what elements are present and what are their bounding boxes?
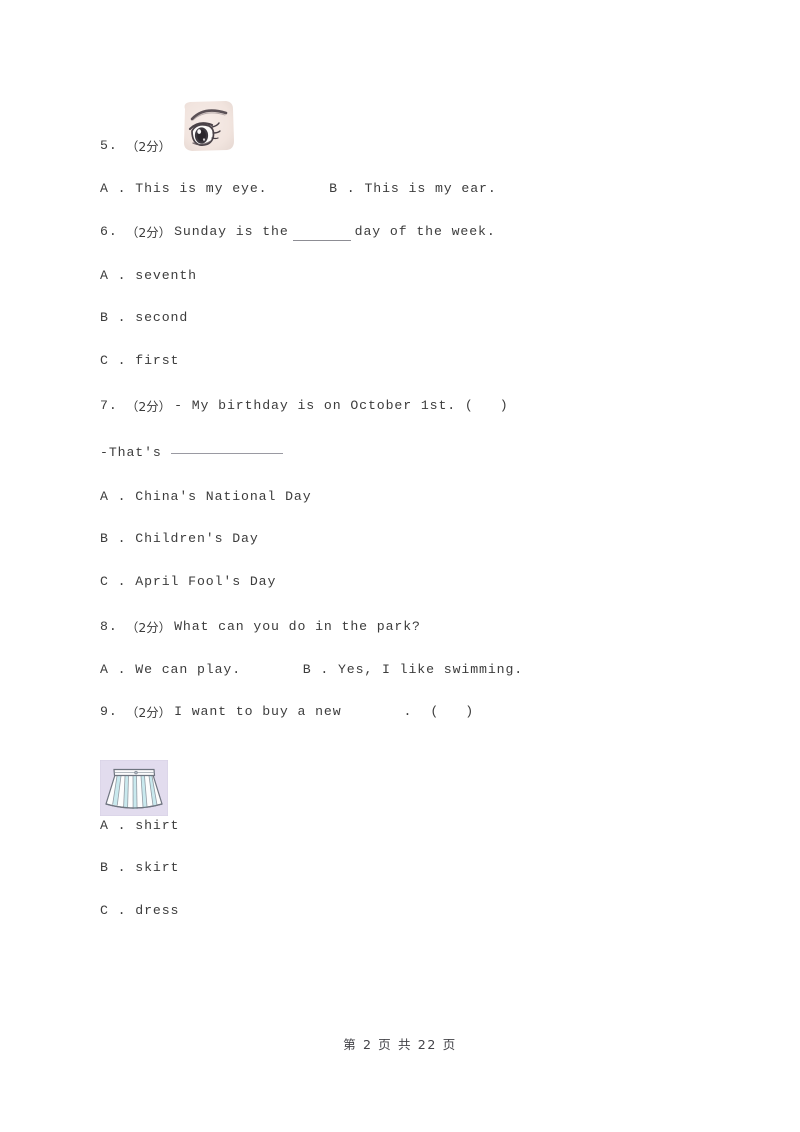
option-label-b[interactable]: B . bbox=[100, 531, 126, 548]
option-label-a[interactable]: A . bbox=[100, 268, 126, 285]
question-8-options: A . We can play. B . Yes, I like swimmin… bbox=[100, 662, 720, 679]
question-8-score: （2分） bbox=[126, 619, 172, 635]
option-label-a[interactable]: A . bbox=[100, 818, 126, 835]
question-9-score: （2分） bbox=[126, 705, 172, 720]
question-7-number: 7. bbox=[100, 397, 118, 413]
option-text-a[interactable]: seventh bbox=[135, 268, 197, 283]
question-7: 7. （2分） - My birthday is on October 1st.… bbox=[100, 369, 720, 590]
question-6-score: （2分） bbox=[126, 225, 172, 240]
question-9: 9. （2分） I want to buy a new . ( ) A . sh… bbox=[100, 679, 720, 920]
list-item[interactable]: C . April Fool's Day bbox=[100, 574, 720, 591]
option-text-a[interactable]: This is my eye. bbox=[135, 181, 267, 196]
option-text-b[interactable]: Children's Day bbox=[135, 531, 258, 546]
question-7-answer-line: -That's bbox=[100, 442, 720, 462]
option-label-a[interactable]: A . bbox=[100, 489, 126, 506]
option-label-b[interactable]: B . bbox=[303, 662, 329, 679]
question-7-paren-close: ) bbox=[499, 397, 509, 413]
question-6-number: 6. bbox=[100, 224, 118, 239]
question-6: 6. （2分） Sunday is the day of the week. A… bbox=[100, 198, 720, 370]
question-6-stem: 6. （2分） Sunday is the day of the week. bbox=[100, 222, 720, 241]
question-6-text-after: day of the week. bbox=[354, 224, 496, 239]
option-text-a[interactable]: China's National Day bbox=[135, 489, 311, 504]
list-item[interactable]: A . seventh bbox=[100, 268, 720, 285]
answer-blank[interactable] bbox=[292, 228, 351, 241]
option-text-b[interactable]: Yes, I like swimming. bbox=[338, 662, 523, 677]
question-5-options: A . This is my eye. B . This is my ear. bbox=[100, 181, 720, 198]
question-5-number: 5. bbox=[100, 137, 118, 153]
answer-line-prefix: -That's bbox=[100, 445, 162, 460]
question-7-text: - My birthday is on October 1st. ( bbox=[174, 397, 474, 413]
question-5-stem: 5. （2分） bbox=[100, 135, 720, 154]
list-item[interactable]: B . second bbox=[100, 310, 720, 327]
exam-page: 5. （2分） A . This is my eye. B . This is … bbox=[0, 0, 800, 1132]
option-text-b[interactable]: second bbox=[135, 310, 188, 325]
question-8: 8. （2分） What can you do in the park? A .… bbox=[100, 590, 720, 679]
question-9-number: 9. bbox=[100, 704, 118, 719]
question-6-text-before: Sunday is the bbox=[174, 224, 289, 239]
option-text-c[interactable]: first bbox=[135, 353, 179, 368]
question-8-text: What can you do in the park? bbox=[174, 618, 421, 634]
list-item[interactable]: A . shirt bbox=[100, 818, 720, 835]
question-8-stem: 8. （2分） What can you do in the park? bbox=[100, 616, 720, 635]
option-text-c[interactable]: April Fool's Day bbox=[135, 574, 276, 589]
question-9-stem: 9. （2分） I want to buy a new . ( ) bbox=[100, 702, 720, 721]
option-label-a[interactable]: A . bbox=[100, 181, 126, 198]
question-9-paren-close: ) bbox=[465, 704, 475, 719]
list-item[interactable]: A . China's National Day bbox=[100, 489, 720, 506]
option-label-b[interactable]: B . bbox=[100, 310, 126, 327]
list-item[interactable]: C . first bbox=[100, 353, 720, 370]
list-item[interactable]: C . dress bbox=[100, 903, 720, 920]
answer-blank[interactable] bbox=[170, 442, 283, 454]
question-9-text-after: . bbox=[403, 704, 413, 719]
option-text-c[interactable]: dress bbox=[135, 903, 179, 918]
option-label-c[interactable]: C . bbox=[100, 903, 126, 920]
question-8-number: 8. bbox=[100, 618, 118, 634]
question-7-score: （2分） bbox=[126, 398, 172, 414]
option-label-b[interactable]: B . bbox=[100, 860, 126, 877]
option-text-b[interactable]: This is my ear. bbox=[364, 181, 496, 196]
page-footer: 第 2 页 共 22 页 bbox=[343, 1037, 457, 1052]
option-text-b[interactable]: skirt bbox=[135, 860, 179, 875]
option-text-a[interactable]: shirt bbox=[135, 818, 179, 833]
question-9-text-before: I want to buy a new bbox=[174, 704, 342, 719]
option-label-a[interactable]: A . bbox=[100, 662, 126, 679]
list-item[interactable]: B . skirt bbox=[100, 860, 720, 877]
option-label-b[interactable]: B . bbox=[329, 181, 355, 198]
option-label-c[interactable]: C . bbox=[100, 574, 126, 591]
question-9-paren-open: ( bbox=[430, 704, 440, 719]
list-item[interactable]: B . Children's Day bbox=[100, 531, 720, 548]
question-7-stem: 7. （2分） - My birthday is on October 1st.… bbox=[100, 395, 720, 414]
option-text-a[interactable]: We can play. bbox=[135, 662, 241, 677]
option-label-c[interactable]: C . bbox=[100, 353, 126, 370]
question-5-score: （2分） bbox=[126, 138, 172, 154]
question-list: 5. （2分） A . This is my eye. B . This is … bbox=[100, 96, 720, 919]
question-5: 5. （2分） A . This is my eye. B . This is … bbox=[100, 96, 720, 198]
